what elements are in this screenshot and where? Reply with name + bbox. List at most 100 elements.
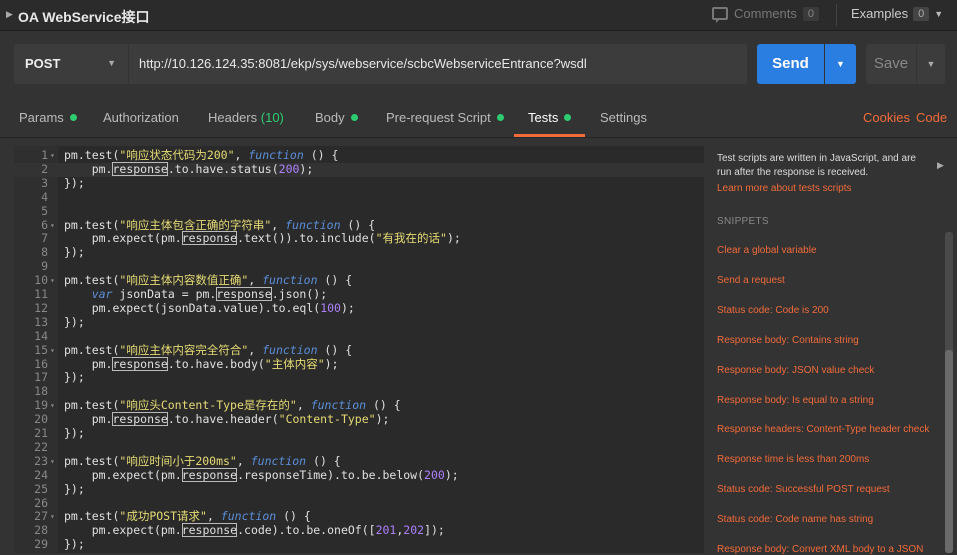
code-line[interactable]: 10 ▾ pm.test("响应主体内容数值正确", function () { xyxy=(14,273,704,288)
code-text: }); xyxy=(64,426,85,441)
code-text: }); xyxy=(64,176,85,191)
tab-headers[interactable]: Headers (10) xyxy=(208,110,284,125)
code-text: pm.test("响应状态代码为200", function () { xyxy=(64,148,338,163)
send-options-chevron-icon[interactable]: ▼ xyxy=(825,44,856,84)
code-line[interactable]: 8}); xyxy=(14,245,704,260)
learn-more-link[interactable]: Learn more about tests scripts xyxy=(717,183,852,194)
examples-label: Examples xyxy=(851,6,909,21)
fold-arrow-icon[interactable]: ▾ xyxy=(50,455,55,469)
code-line[interactable]: 28 pm.expect(pm.response.code).to.be.one… xyxy=(14,523,704,538)
code-line[interactable]: 15 ▾ pm.test("响应主体内容完全符合", function () { xyxy=(14,343,704,358)
fold-arrow-icon[interactable]: ▾ xyxy=(50,510,55,524)
tab-pre-request-script[interactable]: Pre-request Script xyxy=(386,110,504,125)
comments-label: Comments xyxy=(734,6,797,21)
code-line[interactable]: 18 xyxy=(14,384,704,399)
code-line[interactable]: 29}); xyxy=(14,537,704,552)
line-number: 11 xyxy=(34,287,48,301)
code-line[interactable]: 13}); xyxy=(14,315,704,330)
code-text: pm.test("响应主体内容完全符合", function () { xyxy=(64,343,352,358)
save-button[interactable]: Save xyxy=(866,44,916,84)
tab-params[interactable]: Params xyxy=(19,110,77,125)
code-line[interactable]: 6 ▾ pm.test("响应主体包含正确的字符串", function () { xyxy=(14,217,704,233)
code-token: .json(); xyxy=(271,287,328,301)
code-token: "响应头Content-Type是存在的" xyxy=(119,398,297,413)
snippet-link[interactable]: Status code: Successful POST request xyxy=(717,484,890,495)
snippets-scrollbar-thumb[interactable] xyxy=(945,350,953,553)
fold-arrow-icon[interactable]: ▾ xyxy=(50,274,55,288)
code-line[interactable]: 14 xyxy=(14,329,704,344)
line-number: 7 xyxy=(41,231,48,246)
fold-arrow-icon[interactable]: ▾ xyxy=(50,149,55,163)
code-line[interactable]: 3}); xyxy=(14,176,704,191)
tab-body[interactable]: Body xyxy=(315,110,358,125)
code-line[interactable]: 1 ▾ pm.test("响应状态代码为200", function () { xyxy=(14,148,704,163)
code-line[interactable]: 17}); xyxy=(14,370,704,385)
code-token: pm.test( xyxy=(64,273,120,288)
code-line[interactable]: 16 pm.response.to.have.body("主体内容"); xyxy=(14,356,704,372)
snippet-link[interactable]: Status code: Code is 200 xyxy=(717,305,829,316)
code-link[interactable]: Code xyxy=(916,110,947,125)
tab-settings[interactable]: Settings xyxy=(600,110,647,125)
line-number: 26 xyxy=(34,495,48,510)
tests-code-editor[interactable]: 1 ▾ pm.test("响应状态代码为200", function () {2 p… xyxy=(14,146,704,553)
snippet-link[interactable]: Response body: Is equal to a string xyxy=(717,395,874,406)
code-line[interactable]: 22 xyxy=(14,440,704,455)
code-line[interactable]: 19 ▾ pm.test("响应头Content-Type是存在的", functi… xyxy=(14,398,704,413)
code-token: .text()).to.include( xyxy=(237,231,376,246)
code-line[interactable]: 5 xyxy=(14,204,704,219)
snippet-link[interactable]: Response body: JSON value check xyxy=(717,365,874,376)
comments-count-badge: 0 xyxy=(802,6,819,21)
url-input[interactable]: http://10.126.124.35:8081/ekp/sys/webser… xyxy=(129,44,747,84)
code-text: var jsonData = pm.response.json(); xyxy=(64,287,328,302)
code-line[interactable]: 4 xyxy=(14,190,704,205)
code-line[interactable]: 24 pm.expect(pm.response.responseTime).t… xyxy=(14,467,704,483)
collapse-caret-icon[interactable]: ▶ xyxy=(6,9,13,20)
code-line[interactable]: 23 ▾ pm.test("响应时间小于200ms", function () { xyxy=(14,454,704,469)
code-line[interactable]: 26 xyxy=(14,495,704,511)
code-line[interactable]: 21}); xyxy=(14,426,704,441)
fold-arrow-icon[interactable]: ▾ xyxy=(50,219,55,233)
code-text: pm.test("响应主体内容数值正确", function () { xyxy=(64,273,352,288)
code-line[interactable]: 20 pm.response.to.have.header("Content-T… xyxy=(14,412,704,427)
snippet-link[interactable]: Status code: Code name has string xyxy=(717,514,873,525)
code-line[interactable]: 2 pm.response.to.have.status(200); xyxy=(14,161,704,177)
code-line[interactable]: 25}); xyxy=(14,482,704,497)
snippet-link[interactable]: Response body: Convert XML body to a JSO… xyxy=(717,544,923,555)
code-token: pm.test( xyxy=(64,509,120,524)
cookies-link[interactable]: Cookies xyxy=(863,110,910,125)
code-token: function xyxy=(220,509,277,524)
fold-arrow-icon[interactable]: ▾ xyxy=(50,399,55,413)
code-line[interactable]: 7 pm.expect(pm.response.text()).to.inclu… xyxy=(14,231,704,246)
snippet-link[interactable]: Send a request xyxy=(717,275,785,286)
code-token: , xyxy=(271,217,286,232)
snippet-link[interactable]: Response headers: Content-Type header ch… xyxy=(717,424,929,435)
request-title[interactable]: OA WebService接口 xyxy=(18,7,150,27)
snippet-link[interactable]: Clear a global variable xyxy=(717,245,817,256)
save-options-chevron-icon[interactable]: ▼ xyxy=(917,44,945,84)
collapse-panel-icon[interactable]: ▶ xyxy=(937,160,944,171)
fold-arrow-icon[interactable]: ▾ xyxy=(50,344,55,358)
line-number: 16 xyxy=(34,356,48,371)
code-text: }); xyxy=(64,315,85,330)
code-token: .to.have.header( xyxy=(167,412,279,427)
top-bar: ▶ OA WebService接口 Comments 0 Examples 0 … xyxy=(0,0,957,31)
send-button[interactable]: Send xyxy=(757,44,824,84)
highlighted-token: response xyxy=(112,412,168,427)
code-token: pm. xyxy=(64,412,113,427)
code-line[interactable]: 9 xyxy=(14,259,704,274)
method-select[interactable]: POST ▼ xyxy=(14,44,128,84)
tab-authorization[interactable]: Authorization xyxy=(103,110,179,125)
comment-icon xyxy=(712,7,728,23)
code-token: jsonData = pm. xyxy=(112,287,217,301)
snippet-link[interactable]: Response time is less than 200ms xyxy=(717,454,869,465)
code-line[interactable]: 12 pm.expect(jsonData.value).to.eql(100)… xyxy=(14,301,704,316)
code-line[interactable]: 27 ▾ pm.test("成功POST请求", function () { xyxy=(14,509,704,524)
code-token: function xyxy=(248,148,304,162)
code-text: pm.expect(pm.response.code).to.be.oneOf(… xyxy=(64,523,445,538)
code-line[interactable]: 11 var jsonData = pm.response.json(); xyxy=(14,287,704,302)
comments-button[interactable]: Comments 0 xyxy=(712,6,819,23)
snippet-link[interactable]: Response body: Contains string xyxy=(717,335,859,346)
examples-dropdown[interactable]: Examples 0 ▼ xyxy=(851,6,943,21)
code-token: "Content-Type" xyxy=(278,412,376,427)
tab-tests[interactable]: Tests xyxy=(528,110,572,125)
